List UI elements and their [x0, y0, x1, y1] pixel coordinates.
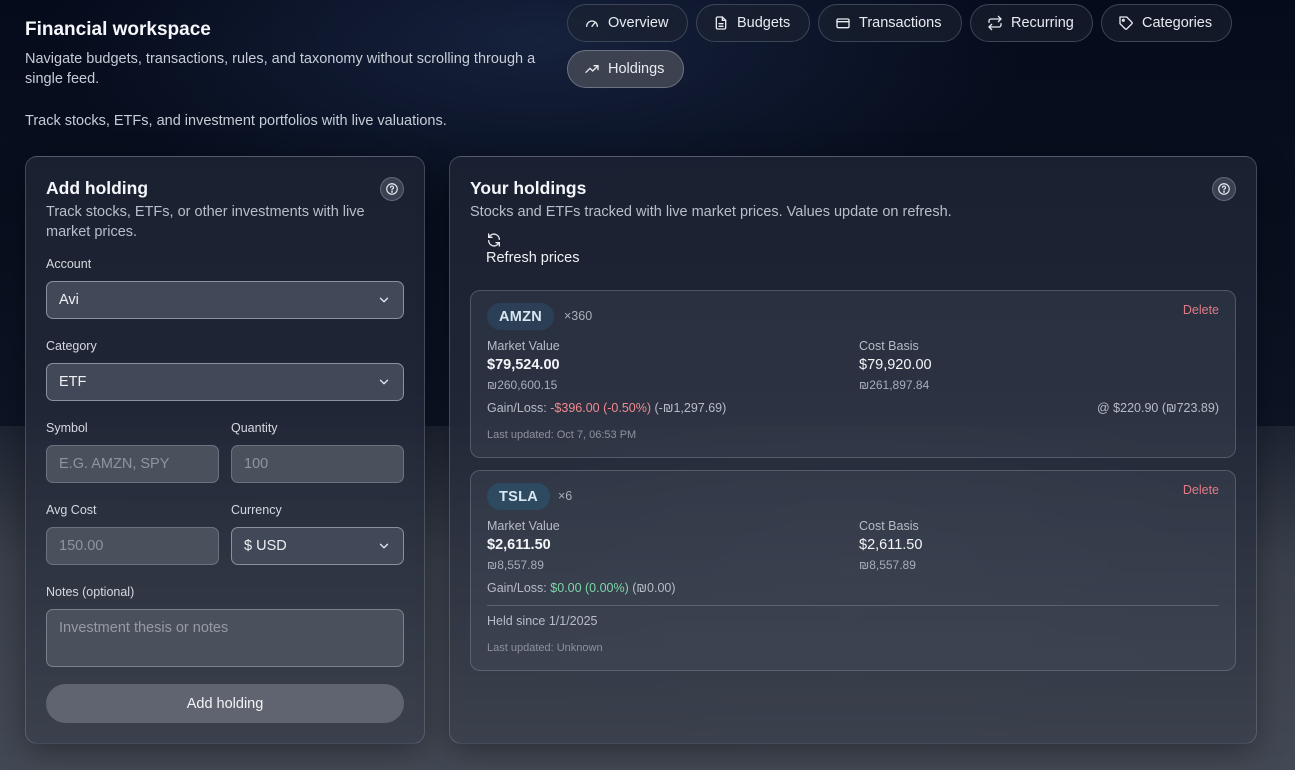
cost-basis-label: Cost Basis: [859, 519, 919, 533]
avg-cost-label: Avg Cost: [46, 503, 97, 517]
last-updated: Last updated: Unknown: [487, 642, 603, 654]
tab-recurring[interactable]: Recurring: [970, 4, 1093, 42]
credit-card-icon: [836, 18, 850, 29]
category-select[interactable]: ETF: [46, 363, 404, 401]
market-value-label: Market Value: [487, 519, 560, 533]
tab-holdings[interactable]: Holdings: [567, 50, 684, 88]
holdings-subtitle: Stocks and ETFs tracked with live market…: [470, 204, 952, 220]
tab-overview[interactable]: Overview: [567, 4, 688, 42]
symbol-input[interactable]: E.G. AMZN, SPY: [46, 445, 219, 483]
gain-loss-value: $0.00 (0.00%): [550, 581, 629, 595]
currency-select[interactable]: $ USD: [231, 527, 404, 565]
tag-icon: [1119, 16, 1133, 30]
currency-value: $ USD: [244, 538, 287, 554]
market-value: $2,611.50: [487, 537, 551, 553]
help-icon: [1218, 183, 1230, 195]
currency-label: Currency: [231, 503, 282, 517]
account-label: Account: [46, 257, 92, 271]
avg-cost-input[interactable]: 150.00: [46, 527, 219, 565]
refresh-prices-button[interactable]: Refresh prices: [486, 232, 586, 272]
gain-loss-ils: (-₪1,297.69): [654, 401, 727, 415]
symbol-label: Symbol: [46, 421, 88, 435]
delete-button[interactable]: Delete: [1183, 483, 1219, 497]
market-value-ils: ₪8,557.89: [487, 558, 544, 572]
gain-loss: Gain/Loss: -$396.00 (-0.50%) (-₪1,297.69…: [487, 401, 726, 415]
add-holding-subtitle: Track stocks, ETFs, or other investments…: [46, 204, 365, 240]
quantity-input[interactable]: 100: [231, 445, 404, 483]
refresh-icon: [488, 233, 500, 247]
workspace-description: Navigate budgets, transactions, rules, a…: [25, 51, 536, 87]
category-label: Category: [46, 339, 97, 353]
market-value-ils: ₪260,600.15: [487, 378, 558, 392]
notes-label: Notes (optional): [46, 585, 135, 599]
tab-budgets[interactable]: Budgets: [696, 4, 810, 42]
holdings-title: Your holdings: [470, 178, 587, 198]
last-updated: Last updated: Oct 7, 06:53 PM: [487, 429, 637, 441]
holdings-panel: Your holdings Stocks and ETFs tracked wi…: [449, 156, 1257, 744]
gain-loss-value: -$396.00 (-0.50%): [550, 401, 652, 415]
held-since: Held since 1/1/2025: [487, 614, 598, 628]
tab-label: Transactions: [859, 15, 942, 31]
account-value: Avi: [59, 292, 79, 308]
document-icon: [715, 16, 727, 30]
market-value: $79,524.00: [487, 357, 560, 373]
workspace-title: Financial workspace: [25, 19, 211, 40]
notes-textarea[interactable]: Investment thesis or notes: [46, 609, 404, 667]
help-button[interactable]: [380, 177, 404, 201]
repeat-icon: [988, 15, 1002, 31]
add-holding-title: Add holding: [46, 178, 149, 198]
add-holding-button[interactable]: Add holding: [46, 684, 404, 723]
gain-loss: Gain/Loss: $0.00 (0.00%) (₪0.00): [487, 581, 676, 595]
cost-basis: $79,920.00: [859, 357, 932, 373]
cost-basis-ils: ₪8,557.89: [859, 558, 916, 572]
add-holding-panel: Add holding Track stocks, ETFs, or other…: [25, 156, 425, 744]
tab-transactions[interactable]: Transactions: [818, 4, 962, 42]
gain-loss-label: Gain/Loss:: [487, 401, 547, 415]
page-description: Track stocks, ETFs, and investment portf…: [25, 113, 447, 129]
refresh-label: Refresh prices: [486, 250, 580, 266]
tab-label: Categories: [1142, 15, 1213, 31]
gain-loss-ils: (₪0.00): [632, 581, 676, 595]
help-button[interactable]: [1212, 177, 1236, 201]
cost-basis-label: Cost Basis: [859, 339, 919, 353]
symbol-badge: TSLA: [487, 483, 551, 510]
gain-loss-label: Gain/Loss:: [487, 581, 547, 595]
tab-label: Holdings: [608, 61, 665, 77]
market-value-label: Market Value: [487, 339, 560, 353]
average-price: @ $220.90 (₪723.89): [1097, 401, 1219, 415]
holding-quantity: ×6: [558, 489, 573, 503]
tab-label: Recurring: [1011, 15, 1074, 31]
category-value: ETF: [59, 374, 87, 390]
chevron-down-icon: [379, 543, 389, 549]
chevron-down-icon: [379, 379, 389, 385]
symbol-badge: AMZN: [487, 303, 555, 330]
holding-quantity: ×360: [564, 309, 593, 323]
chevron-down-icon: [379, 297, 389, 303]
gauge-icon: [586, 20, 598, 27]
holding-card-amzn: AMZN ×360 Delete Market Value $79,524.00…: [470, 290, 1236, 458]
account-select[interactable]: Avi: [46, 281, 404, 319]
divider: [487, 605, 1219, 606]
quantity-label: Quantity: [231, 421, 278, 435]
tab-categories[interactable]: Categories: [1101, 4, 1232, 42]
trending-up-icon: [585, 65, 599, 73]
cost-basis: $2,611.50: [859, 537, 923, 553]
holding-card-tsla: TSLA ×6 Delete Market Value $2,611.50 ₪8…: [470, 470, 1236, 671]
tab-label: Overview: [608, 15, 669, 31]
cost-basis-ils: ₪261,897.84: [859, 378, 930, 392]
help-icon: [386, 183, 398, 195]
tab-label: Budgets: [737, 15, 791, 31]
delete-button[interactable]: Delete: [1183, 303, 1219, 317]
